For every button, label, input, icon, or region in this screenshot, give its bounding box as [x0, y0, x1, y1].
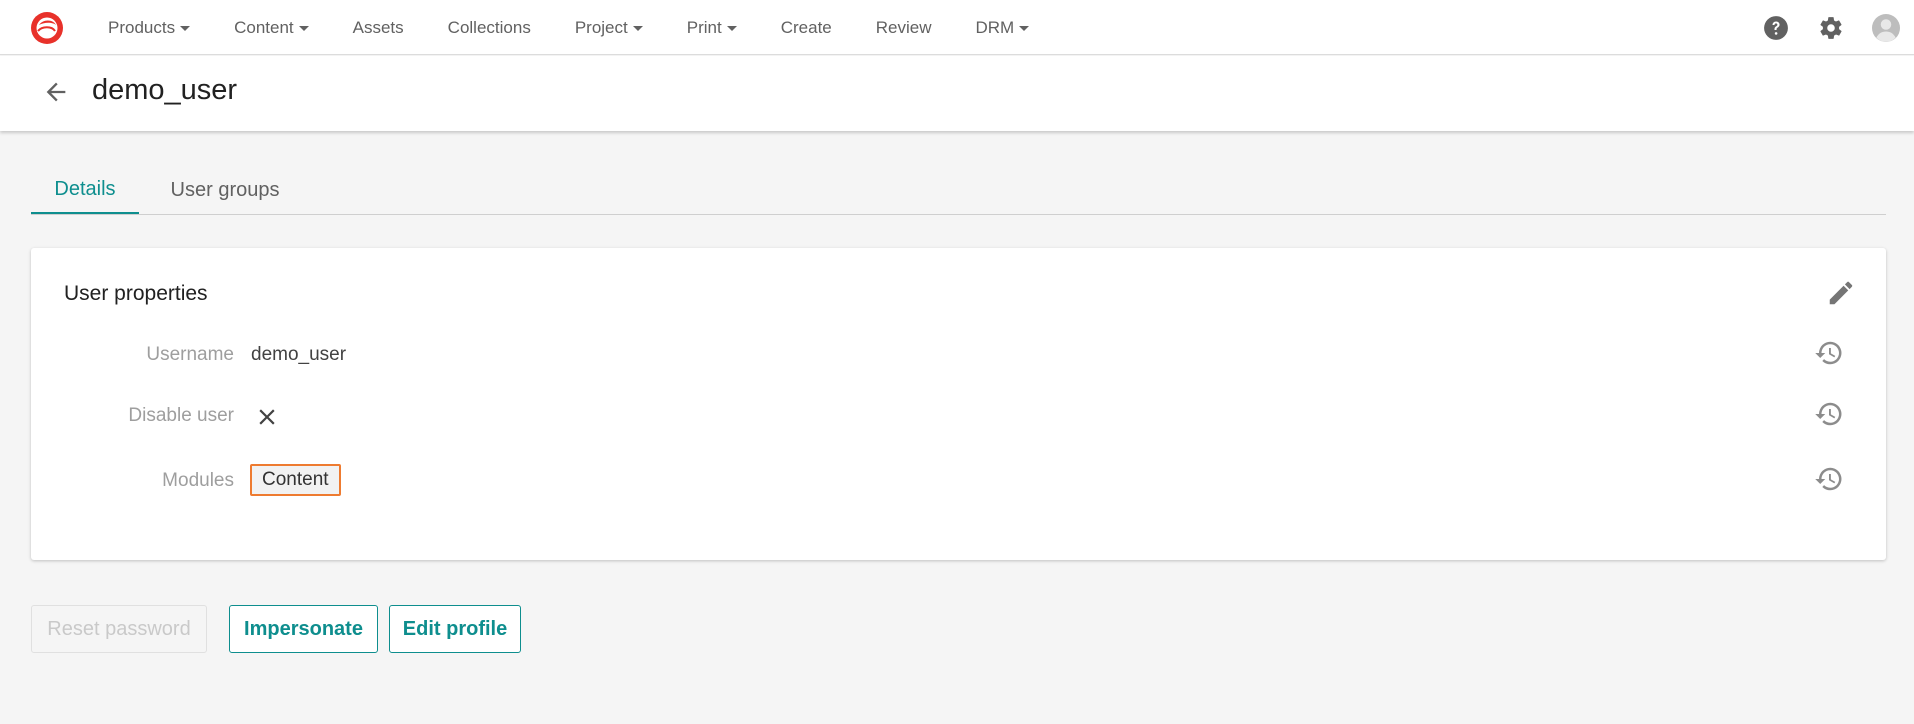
- nav-label: DRM: [975, 17, 1015, 37]
- nav-item-drm[interactable]: DRM: [954, 0, 1052, 55]
- module-chip-content[interactable]: Content: [250, 464, 341, 496]
- caret-down-icon: [180, 26, 191, 31]
- nav-item-create[interactable]: Create: [759, 0, 854, 55]
- app-logo-icon[interactable]: [29, 10, 65, 46]
- caret-down-icon: [1019, 26, 1030, 31]
- nav-item-review[interactable]: Review: [854, 0, 954, 55]
- edit-profile-button[interactable]: Edit profile: [389, 605, 521, 653]
- nav-label: Print: [686, 17, 722, 37]
- username-value: demo_user: [251, 344, 347, 365]
- card-title: User properties: [64, 282, 208, 305]
- page-title: demo_user: [92, 74, 238, 106]
- top-right-icons: [1762, 0, 1914, 55]
- username-label: Username: [146, 344, 234, 365]
- tab-bar: Details User groups: [31, 166, 1886, 215]
- history-icon[interactable]: [1814, 464, 1844, 494]
- nav-label: Collections: [447, 17, 531, 37]
- nav-item-collections[interactable]: Collections: [426, 0, 553, 55]
- reset-password-button[interactable]: Reset password: [31, 605, 207, 653]
- main-nav: Products Content Assets Collections Proj…: [86, 0, 1051, 55]
- impersonate-button[interactable]: Impersonate: [229, 605, 378, 653]
- nav-label: Project: [574, 17, 628, 37]
- history-icon[interactable]: [1814, 338, 1844, 368]
- caret-down-icon: [726, 26, 737, 31]
- nav-label: Content: [234, 17, 294, 37]
- tab-user-groups[interactable]: User groups: [155, 166, 295, 214]
- nav-item-products[interactable]: Products: [86, 0, 212, 55]
- nav-item-content[interactable]: Content: [212, 0, 331, 55]
- back-arrow-icon[interactable]: [42, 78, 70, 106]
- close-icon: [254, 404, 280, 430]
- caret-down-icon: [298, 26, 309, 31]
- nav-label: Assets: [352, 17, 404, 37]
- nav-label: Create: [780, 17, 832, 37]
- user-properties-card: User properties Username demo_user Disab…: [31, 248, 1886, 560]
- nav-item-assets[interactable]: Assets: [331, 0, 426, 55]
- top-navigation-bar: Products Content Assets Collections Proj…: [0, 0, 1914, 55]
- account-icon[interactable]: [1872, 13, 1900, 42]
- nav-label: Products: [108, 17, 176, 37]
- disable-user-label: Disable user: [128, 405, 234, 426]
- gear-icon[interactable]: [1817, 14, 1845, 42]
- page-header: demo_user: [0, 56, 1914, 131]
- help-icon[interactable]: [1762, 14, 1790, 42]
- nav-label: Review: [875, 17, 932, 37]
- pencil-edit-icon[interactable]: [1826, 278, 1856, 308]
- tab-details[interactable]: Details: [31, 166, 139, 214]
- nav-item-project[interactable]: Project: [553, 0, 665, 55]
- nav-item-print[interactable]: Print: [665, 0, 759, 55]
- modules-label: Modules: [162, 470, 234, 491]
- history-icon[interactable]: [1814, 399, 1844, 429]
- caret-down-icon: [632, 26, 643, 31]
